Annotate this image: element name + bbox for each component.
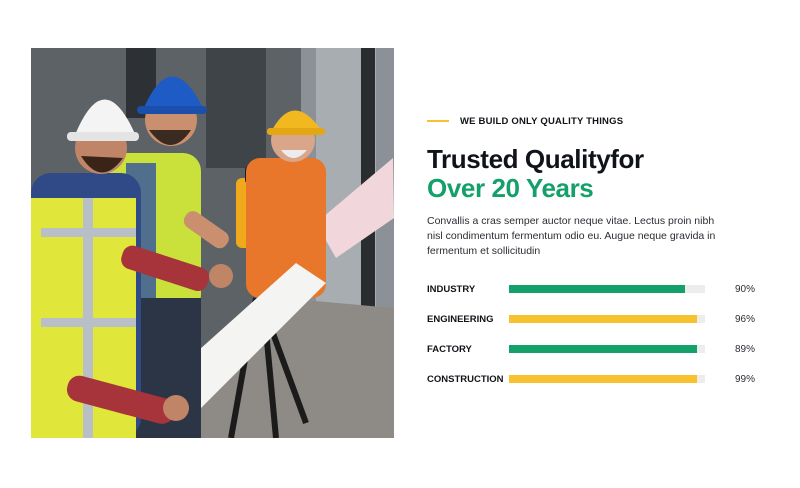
progress-track <box>509 375 705 383</box>
skill-percent: 89% <box>735 343 756 355</box>
progress-track <box>509 315 705 323</box>
heading-line-2: Over 20 Years <box>427 173 594 203</box>
skill-percent: 90% <box>735 283 756 295</box>
skill-row-engineering: ENGINEERING 96% <box>427 304 767 334</box>
skill-label: ENGINEERING <box>427 313 494 325</box>
skill-percent: 99% <box>735 373 756 385</box>
eyebrow: WE BUILD ONLY QUALITY THINGS <box>427 112 767 130</box>
eyebrow-text: WE BUILD ONLY QUALITY THINGS <box>460 115 624 127</box>
skill-row-construction: CONSTRUCTION 99% <box>427 364 767 394</box>
progress-track <box>509 285 705 293</box>
description: Convallis a cras semper auctor neque vit… <box>427 215 716 257</box>
skill-row-industry: INDUSTRY 90% <box>427 274 767 304</box>
skill-row-factory: FACTORY 89% <box>427 334 767 364</box>
workers-illustration <box>31 48 394 438</box>
hero-photo <box>31 48 394 438</box>
progress-fill <box>509 285 686 293</box>
skill-percent: 96% <box>735 313 756 325</box>
skill-label: CONSTRUCTION <box>427 373 504 385</box>
skill-bars: INDUSTRY 90% ENGINEERING 96% FACTORY 89%… <box>427 274 767 394</box>
progress-track <box>509 345 705 353</box>
skill-label: FACTORY <box>427 343 472 355</box>
eyebrow-divider <box>427 120 449 122</box>
progress-fill <box>509 315 698 323</box>
about-section: WE BUILD ONLY QUALITY THINGS Trusted Qua… <box>427 112 767 394</box>
progress-fill <box>509 345 698 353</box>
progress-fill <box>509 375 698 383</box>
heading-line-1: Trusted Qualityfor <box>427 144 644 174</box>
skill-label: INDUSTRY <box>427 283 476 295</box>
